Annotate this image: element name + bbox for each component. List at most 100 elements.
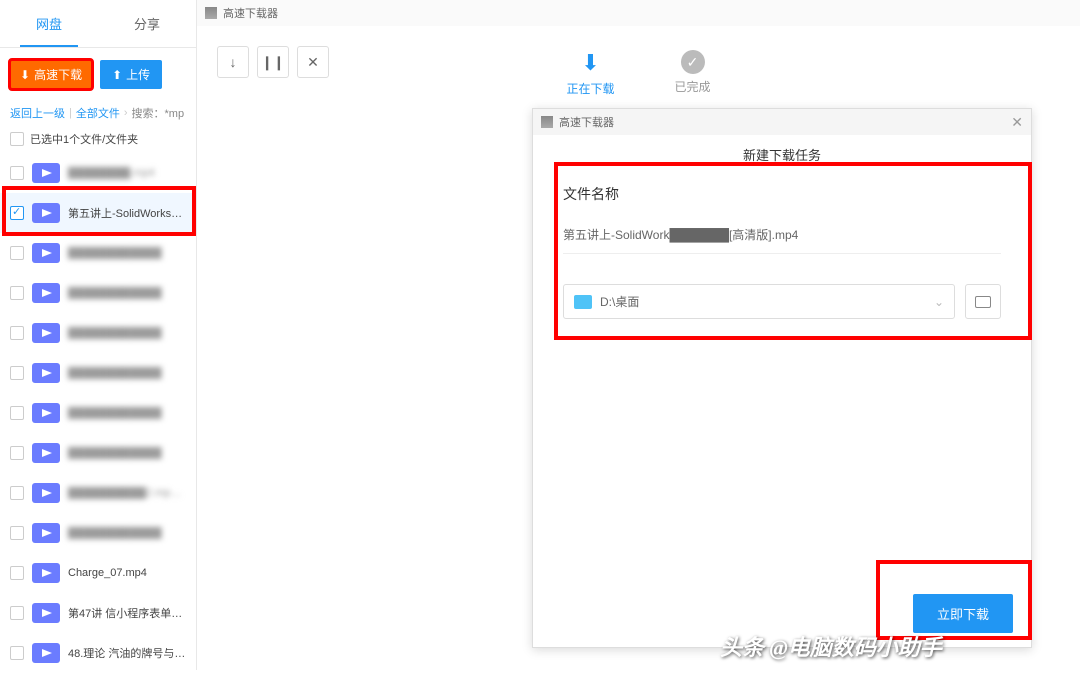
pause-button[interactable]: ❙❙	[257, 46, 289, 78]
file-name: ██████████2.mp…	[68, 487, 181, 499]
file-name: ████████████	[68, 447, 162, 459]
list-item[interactable]: 48.理论 汽油的牌号与选…	[0, 633, 196, 673]
upload-icon: ⬆	[112, 68, 122, 82]
path-select[interactable]: D:\桌面 ⌄	[563, 284, 955, 319]
file-checkbox[interactable]	[10, 526, 24, 540]
file-name: Charge_07.mp4	[68, 567, 147, 579]
list-item[interactable]: ████████████	[0, 353, 196, 393]
file-checkbox[interactable]	[10, 646, 24, 660]
tab-share[interactable]: 分享	[98, 0, 196, 47]
tab-disk[interactable]: 网盘	[0, 0, 98, 47]
file-checkbox[interactable]	[10, 486, 24, 500]
file-name: ████████████	[68, 247, 162, 259]
file-name: ████████████	[68, 527, 162, 539]
file-name: 48.理论 汽油的牌号与选…	[68, 645, 186, 661]
list-item[interactable]: ████████████	[0, 233, 196, 273]
action-bar: ⬇ 高速下载 ⬆ 上传	[0, 48, 196, 101]
status-tabs: ⬇ 正在下载 ✓ 已完成	[566, 50, 710, 97]
file-checkbox[interactable]	[10, 246, 24, 260]
breadcrumb: 返回上一级 | 全部文件 › 搜索：*mp	[0, 101, 196, 125]
filename-label: 文件名称	[563, 184, 1001, 204]
file-name: ████████████	[68, 327, 162, 339]
path-row: D:\桌面 ⌄	[563, 284, 1001, 319]
breadcrumb-sep: ›	[124, 107, 128, 119]
download-button-label: 高速下载	[34, 66, 82, 83]
window-title: 高速下载器	[223, 5, 278, 21]
upload-button[interactable]: ⬆ 上传	[100, 60, 162, 89]
browse-folder-icon	[975, 296, 991, 308]
video-file-icon	[32, 163, 60, 183]
download-icon: ⬇	[20, 68, 30, 82]
window-titlebar: 高速下载器	[197, 0, 1080, 26]
file-checkbox[interactable]	[10, 606, 24, 620]
video-file-icon	[32, 483, 60, 503]
video-file-icon	[32, 643, 60, 663]
video-file-icon	[32, 243, 60, 263]
new-task-dialog: 高速下载器 ✕ 新建下载任务 文件名称 第五讲上-SolidWork██████…	[532, 108, 1032, 648]
downloading-icon: ⬇	[581, 50, 599, 76]
tab-downloading-label: 正在下载	[566, 80, 614, 97]
video-file-icon	[32, 523, 60, 543]
list-item[interactable]: ████████████	[0, 393, 196, 433]
upload-button-label: 上传	[126, 66, 150, 83]
completed-icon: ✓	[681, 50, 705, 74]
file-checkbox[interactable]	[10, 446, 24, 460]
file-name: ████████████	[68, 407, 162, 419]
file-checkbox[interactable]	[10, 366, 24, 380]
breadcrumb-search: 搜索：*mp	[132, 105, 185, 121]
video-file-icon	[32, 443, 60, 463]
file-checkbox[interactable]	[10, 326, 24, 340]
video-file-icon	[32, 603, 60, 623]
file-checkbox[interactable]	[10, 206, 24, 220]
list-item[interactable]: Charge_07.mp4	[0, 553, 196, 593]
file-checkbox[interactable]	[10, 286, 24, 300]
video-file-icon	[32, 363, 60, 383]
file-name: ████████████	[68, 367, 162, 379]
video-file-icon	[32, 403, 60, 423]
dialog-icon	[541, 116, 553, 128]
filename-field[interactable]: 第五讲上-SolidWork███████[高清版].mp4	[563, 216, 1001, 254]
file-checkbox[interactable]	[10, 566, 24, 580]
list-item[interactable]: ██████████2.mp…	[0, 473, 196, 513]
highspeed-download-button[interactable]: ⬇ 高速下载	[10, 60, 92, 89]
dialog-titlebar: 高速下载器 ✕	[533, 109, 1031, 135]
breadcrumb-all[interactable]: 全部文件	[76, 105, 120, 121]
list-item[interactable]: ████████████	[0, 513, 196, 553]
video-file-icon	[32, 323, 60, 343]
list-item[interactable]: ████████████	[0, 273, 196, 313]
close-icon[interactable]: ✕	[1011, 114, 1023, 131]
list-item[interactable]: ████████████	[0, 433, 196, 473]
video-file-icon	[32, 203, 60, 223]
list-item[interactable]: 第五讲上-SolidWorks2…	[0, 193, 196, 233]
file-name: ████████████	[68, 287, 162, 299]
sort-down-button[interactable]: ↓	[217, 46, 249, 78]
video-file-icon	[32, 563, 60, 583]
file-checkbox[interactable]	[10, 406, 24, 420]
file-name: ████████.mp4	[68, 167, 155, 179]
tab-completed-label: 已完成	[675, 78, 711, 95]
dialog-header: 新建下载任务	[533, 135, 1031, 174]
left-panel: 网盘 分享 ⬇ 高速下载 ⬆ 上传 返回上一级 | 全部文件 › 搜索：*mp …	[0, 0, 196, 670]
selection-count: 已选中1个文件/文件夹	[30, 131, 138, 147]
video-file-icon	[32, 283, 60, 303]
watermark: 头条 @电脑数码小助手	[720, 630, 942, 662]
breadcrumb-back[interactable]: 返回上一级	[10, 105, 65, 121]
select-all-checkbox[interactable]	[10, 132, 24, 146]
path-value: D:\桌面	[600, 293, 639, 310]
list-item[interactable]: ████████.mp4	[0, 153, 196, 193]
tab-downloading[interactable]: ⬇ 正在下载	[566, 50, 614, 97]
dialog-body: 文件名称 第五讲上-SolidWork███████[高清版].mp4 D:\桌…	[533, 174, 1031, 329]
list-item[interactable]: ████████████	[0, 313, 196, 353]
file-name: 第五讲上-SolidWorks2…	[68, 205, 186, 221]
tab-completed[interactable]: ✓ 已完成	[675, 50, 711, 97]
cancel-button[interactable]: ✕	[297, 46, 329, 78]
selection-info: 已选中1个文件/文件夹	[0, 125, 196, 153]
main-tabs: 网盘 分享	[0, 0, 196, 48]
list-item[interactable]: 第47讲 信小程序表单组…	[0, 593, 196, 633]
browse-button[interactable]	[965, 284, 1001, 319]
file-checkbox[interactable]	[10, 166, 24, 180]
app-icon	[205, 7, 217, 19]
breadcrumb-sep: |	[69, 107, 72, 119]
download-now-button[interactable]: 立即下载	[913, 594, 1013, 633]
file-name: 第47讲 信小程序表单组…	[68, 605, 186, 621]
